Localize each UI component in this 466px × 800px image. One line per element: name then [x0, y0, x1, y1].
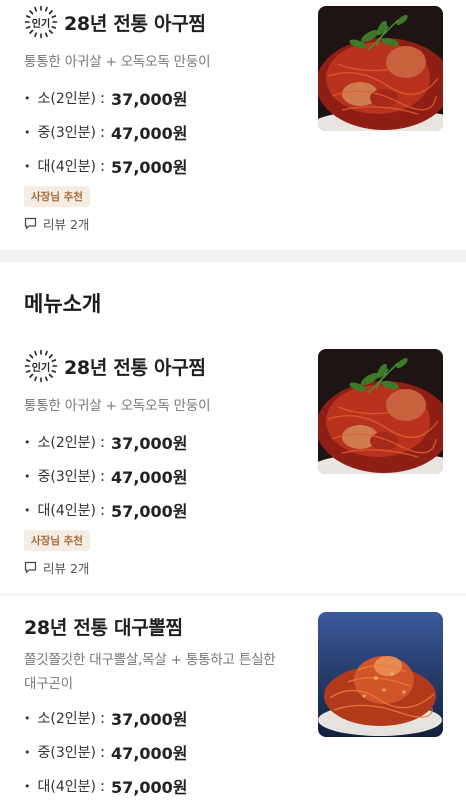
popular-badge: 인기 — [24, 349, 58, 383]
bullet: • — [24, 779, 31, 793]
owner-recommend-tag: 사장님 추천 — [24, 530, 90, 551]
price-row: • 소(2인분) : 37,000원 — [24, 86, 188, 110]
price-size: 소(2인분) — [37, 435, 96, 451]
bullet: • — [24, 91, 31, 105]
review-count-link[interactable]: 리뷰 2개 — [24, 214, 89, 233]
price-row: • 대(4인분) : 57,000원 — [24, 498, 188, 522]
price-amount: 47,000원 — [111, 744, 188, 763]
review-count-link[interactable]: 리뷰 2개 — [24, 558, 89, 577]
menu-item-title-row: 28년 전통 대구뽈찜 — [24, 613, 183, 640]
menu-item-card[interactable]: 28년 전통 대구뽈찜 쫄깃쫄깃한 대구뽈살,목살 + 통통하고 튼실한 대구곤… — [0, 595, 466, 800]
price-row: • 대(4인분) : 57,000원 — [24, 774, 188, 798]
price-size: 대(4인분) — [37, 159, 96, 175]
bullet: • — [24, 745, 31, 759]
price-amount: 47,000원 — [111, 124, 188, 143]
menu-item-title-row: 인기 28년 전통 아구찜 — [24, 349, 206, 383]
menu-item-card[interactable]: 인기 28년 전통 아구찜 통통한 아귀살 + 오독오독 만둥이 • 소(2인분… — [0, 0, 466, 250]
bullet: • — [24, 125, 31, 139]
price-separator: : — [99, 89, 106, 107]
price-row: • 소(2인분) : 37,000원 — [24, 706, 188, 730]
menu-item-title: 28년 전통 대구뽈찜 — [24, 617, 183, 639]
price-row: • 중(3인분) : 47,000원 — [24, 740, 188, 764]
braised-monkfish-photo — [318, 349, 443, 474]
popular-badge-label: 인기 — [31, 362, 51, 374]
menu-item-photo[interactable] — [318, 349, 443, 474]
menu-item-title: 28년 전통 아구찜 — [64, 356, 206, 379]
price-separator: : — [99, 709, 106, 727]
price-row: • 중(3인분) : 47,000원 — [24, 120, 188, 144]
menu-item-photo[interactable] — [318, 6, 443, 131]
section-gap — [0, 250, 466, 262]
speech-bubble-icon — [24, 561, 37, 574]
price-size: 소(2인분) — [37, 711, 96, 727]
price-separator: : — [99, 501, 106, 519]
braised-monkfish-photo — [318, 6, 443, 131]
menu-item-description: 통통한 아귀살 + 오독오독 만둥이 — [24, 398, 211, 414]
price-separator: : — [99, 743, 106, 761]
price-size: 대(4인분) — [37, 779, 96, 795]
price-separator: : — [99, 123, 106, 141]
price-separator: : — [99, 467, 106, 485]
price-size: 대(4인분) — [37, 503, 96, 519]
review-count: 리뷰 2개 — [43, 561, 90, 576]
bullet: • — [24, 711, 31, 725]
section-title: 메뉴소개 — [24, 292, 102, 316]
price-amount: 37,000원 — [111, 710, 188, 729]
price-separator: : — [99, 777, 106, 795]
price-amount: 37,000원 — [111, 434, 188, 453]
speech-bubble-icon — [24, 217, 37, 230]
owner-recommend-tag: 사장님 추천 — [24, 186, 90, 207]
bullet: • — [24, 159, 31, 173]
price-row: • 중(3인분) : 47,000원 — [24, 464, 188, 488]
price-size: 중(3인분) — [37, 745, 96, 761]
price-row: • 대(4인분) : 57,000원 — [24, 154, 188, 178]
price-size: 중(3인분) — [37, 469, 96, 485]
price-separator: : — [99, 157, 106, 175]
price-amount: 57,000원 — [111, 158, 188, 177]
menu-item-description: 통통한 아귀살 + 오독오독 만둥이 — [24, 54, 211, 70]
bullet: • — [24, 503, 31, 517]
review-count: 리뷰 2개 — [43, 217, 90, 232]
price-amount: 57,000원 — [111, 502, 188, 521]
menu-item-description-cont: 대구곤이 — [24, 676, 73, 692]
bullet: • — [24, 435, 31, 449]
price-amount: 47,000원 — [111, 468, 188, 487]
price-separator: : — [99, 433, 106, 451]
braised-cod-cheek-photo — [318, 612, 443, 737]
menu-item-card[interactable]: 인기 28년 전통 아구찜 통통한 아귀살 + 오독오독 만둥이 • 소(2인분… — [0, 344, 466, 594]
popular-badge-label: 인기 — [31, 18, 51, 30]
price-amount: 57,000원 — [111, 778, 188, 797]
popular-badge: 인기 — [24, 5, 58, 39]
menu-item-photo[interactable] — [318, 612, 443, 737]
price-size: 소(2인분) — [37, 91, 96, 107]
menu-item-title: 28년 전통 아구찜 — [64, 12, 206, 35]
menu-item-description: 쫄깃쫄깃한 대구뽈살,목살 + 통통하고 튼실한 — [24, 652, 276, 668]
menu-item-title-row: 인기 28년 전통 아구찜 — [24, 5, 206, 39]
bullet: • — [24, 469, 31, 483]
price-row: • 소(2인분) : 37,000원 — [24, 430, 188, 454]
price-size: 중(3인분) — [37, 125, 96, 141]
price-amount: 37,000원 — [111, 90, 188, 109]
